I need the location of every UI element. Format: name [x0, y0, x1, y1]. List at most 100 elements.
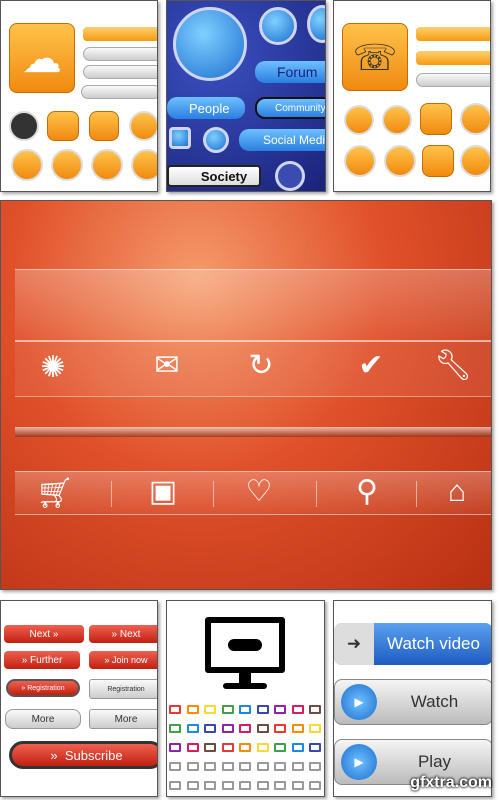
monitor-icon	[169, 743, 181, 752]
video-buttons-panel: ➜ Watch video ▶ Watch ▶ Play	[333, 600, 492, 797]
phone-icon: ☏	[342, 23, 408, 91]
phone-icon	[384, 145, 416, 177]
monitor-icon	[204, 781, 216, 790]
cloud-icons-panel: ☁	[0, 0, 158, 192]
monitor-icon	[169, 762, 181, 771]
community-button[interactable]: Community	[255, 97, 325, 119]
cloud-upload-icon	[11, 149, 43, 181]
monitor-icon	[309, 705, 321, 714]
monitor-icon	[274, 781, 286, 790]
join-now-button[interactable]: » Join now	[89, 651, 157, 669]
monitor-icon	[274, 724, 286, 733]
separator	[316, 481, 317, 507]
monitor-base	[223, 683, 267, 689]
watch-button[interactable]: ▶ Watch	[334, 679, 491, 725]
arrow-right-icon: ➜	[334, 623, 374, 665]
cloud-upload-icon	[91, 149, 123, 181]
monitor-icon	[309, 724, 321, 733]
spinner-icon[interactable]: ✺	[33, 353, 73, 383]
more-button[interactable]: More	[5, 709, 81, 729]
monitor-icon	[221, 781, 234, 790]
cloud-upload-icon	[129, 111, 157, 141]
monitor-icon	[186, 781, 199, 790]
people-icon	[173, 7, 247, 81]
monitor-icons-panel	[166, 600, 325, 797]
monitor-icon	[169, 781, 181, 790]
separator	[111, 481, 112, 507]
check-circle-icon[interactable]: ✔	[351, 351, 391, 381]
monitor-icon	[204, 724, 216, 733]
phone-icon	[344, 145, 376, 177]
monitor-stand	[239, 673, 251, 683]
play-icon: ▶	[341, 684, 377, 720]
monitor-icon	[169, 705, 181, 714]
monitor-icon	[239, 724, 251, 733]
registration-button[interactable]: » Registration	[6, 679, 80, 697]
people-icon	[275, 161, 305, 191]
monitor-icon	[186, 743, 199, 752]
society-button[interactable]: Society	[167, 165, 261, 187]
social-media-button[interactable]: Social Media	[239, 129, 325, 151]
monitor-icon	[291, 762, 304, 771]
orange-bar	[83, 27, 157, 41]
monitor-icon	[274, 743, 286, 752]
monitor-icon-grid	[169, 705, 324, 796]
next-button[interactable]: » Next	[89, 625, 157, 643]
monitor-icon	[221, 762, 234, 771]
grey-bar	[83, 65, 157, 79]
orange-bar	[416, 27, 490, 41]
more-button[interactable]: More	[89, 709, 157, 729]
people-icon	[307, 5, 325, 43]
monitor-icon	[291, 781, 304, 790]
monitor-icon	[186, 705, 199, 714]
refresh-icon[interactable]: ↻	[241, 351, 281, 381]
save-icon[interactable]: ▣	[143, 477, 183, 507]
monitor-icon	[204, 705, 216, 714]
cloud-upload-icon: ☁	[9, 23, 75, 93]
cloud-upload-icon	[131, 149, 157, 181]
monitor-icon	[186, 724, 199, 733]
monitor-icon	[291, 743, 304, 752]
monitor-icon	[204, 743, 216, 752]
social-buttons-panel: Forum People Community Social Media Soci…	[166, 0, 326, 192]
cloud-upload-icon	[9, 111, 39, 141]
mail-icon[interactable]: ✉	[147, 351, 187, 381]
forum-button[interactable]: Forum	[255, 61, 325, 83]
grey-bar	[83, 47, 157, 61]
phone-icon	[344, 105, 374, 135]
subscribe-button[interactable]: » Subscribe	[9, 741, 157, 769]
phone-icons-panel: ☏	[333, 0, 491, 192]
play-icon: ▶	[341, 744, 377, 780]
monitor-icon	[291, 724, 304, 733]
further-button[interactable]: » Further	[4, 651, 80, 669]
cloud-upload-icon	[51, 149, 83, 181]
monitor-icon	[256, 743, 269, 752]
monitor-icon	[204, 762, 216, 771]
monitor-icon	[239, 762, 251, 771]
monitor-icon	[274, 705, 286, 714]
monitor-icon	[239, 781, 251, 790]
registration-button[interactable]: Registration	[89, 679, 157, 699]
monitor-icon	[256, 762, 269, 771]
cloud-upload-icon	[89, 111, 119, 141]
monitor-icon	[186, 762, 199, 771]
monitor-icon	[256, 724, 269, 733]
glass-toolbar-panel: ✺ ✉ ↻ ✔ 🔧︎ 🛒︎ ▣ ♡ ⚲ ⌂	[0, 200, 492, 590]
separator	[416, 481, 417, 507]
phone-icon	[382, 105, 412, 135]
monitor-icon	[205, 617, 285, 673]
wrench-icon[interactable]: 🔧︎	[433, 351, 473, 381]
people-button[interactable]: People	[167, 97, 245, 119]
phone-icon	[420, 103, 452, 135]
monitor-icon	[256, 781, 269, 790]
monitor-icon	[221, 743, 234, 752]
search-icon[interactable]: ⚲	[347, 477, 387, 507]
watch-video-button[interactable]: ➜ Watch video	[334, 623, 491, 665]
cart-icon[interactable]: 🛒︎	[35, 479, 75, 509]
home-icon[interactable]: ⌂	[437, 477, 477, 507]
monitor-icon	[256, 705, 269, 714]
monitor-icon	[274, 762, 286, 771]
heart-plus-icon[interactable]: ♡	[239, 477, 279, 507]
divider-bar	[15, 427, 491, 437]
next-button[interactable]: Next »	[4, 625, 84, 643]
